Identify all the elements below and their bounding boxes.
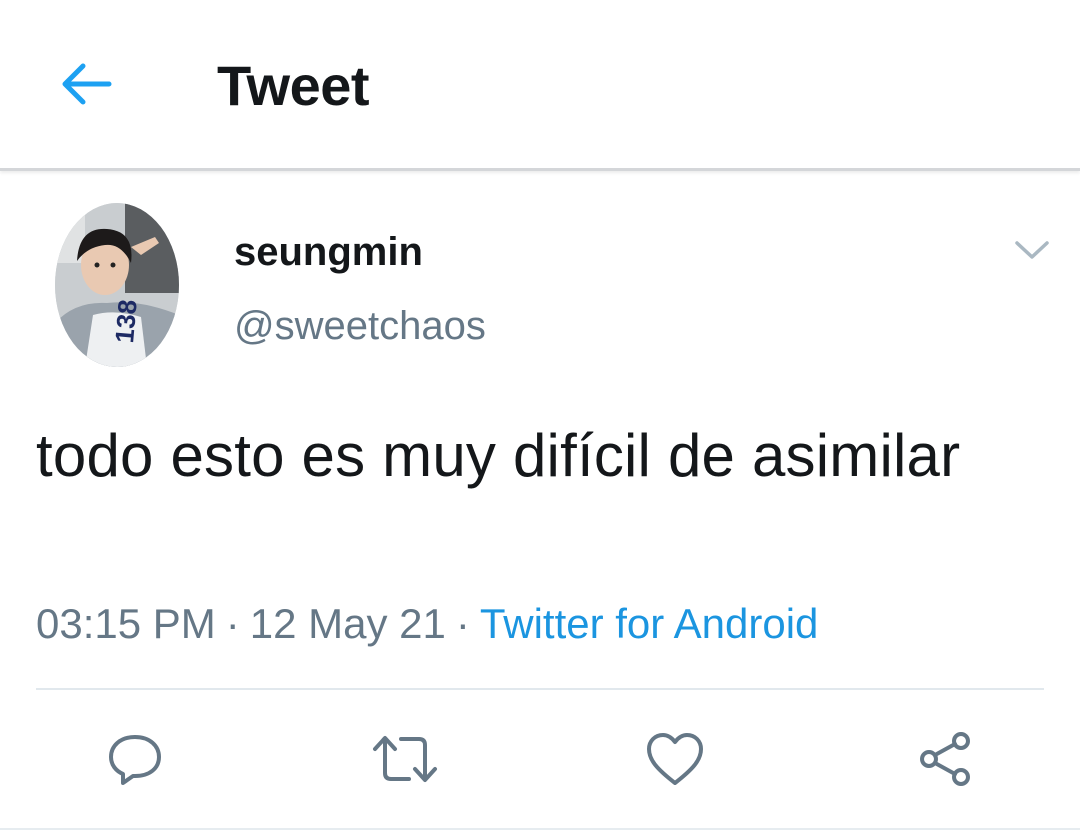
reply-icon xyxy=(109,735,161,785)
app-header: Tweet xyxy=(0,0,1080,171)
divider xyxy=(0,828,1080,830)
divider xyxy=(36,688,1044,690)
page-title: Tweet xyxy=(217,54,370,117)
author-handle[interactable]: @sweetchaos xyxy=(234,300,486,352)
tweet-text: todo esto es muy difícil de asimilar xyxy=(36,422,961,489)
tweet-meta: 03:15 PM · 12 May 21 · Twitter for Android xyxy=(36,596,818,652)
back-button[interactable] xyxy=(54,52,118,116)
retweet-button[interactable] xyxy=(370,724,440,794)
arrow-left-icon xyxy=(62,63,112,105)
avatar[interactable]: 138 xyxy=(55,203,179,367)
tweet-time: 03:15 PM xyxy=(36,600,216,647)
share-button[interactable] xyxy=(910,724,980,794)
svg-text:138: 138 xyxy=(109,298,143,344)
heart-icon xyxy=(647,733,703,785)
avatar-photo: 138 xyxy=(55,203,179,367)
tweet-source-link[interactable]: Twitter for Android xyxy=(480,600,818,647)
like-button[interactable] xyxy=(640,724,710,794)
meta-separator: · xyxy=(225,600,240,647)
tweet-date: 12 May 21 xyxy=(249,600,446,647)
tweet-menu-button[interactable] xyxy=(1010,230,1054,270)
author-name[interactable]: seungmin xyxy=(234,226,423,278)
reply-button[interactable] xyxy=(100,724,170,794)
meta-separator: · xyxy=(455,600,470,647)
retweet-icon xyxy=(373,736,437,782)
share-icon xyxy=(920,732,970,786)
chevron-down-icon xyxy=(1015,241,1049,259)
